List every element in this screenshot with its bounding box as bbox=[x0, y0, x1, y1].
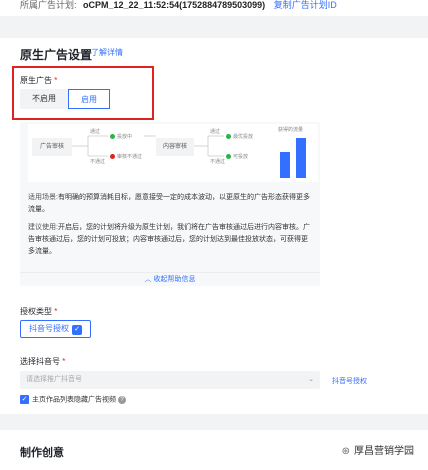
native-ad-toggle[interactable]: 不启用 启用 bbox=[20, 89, 110, 109]
traffic-bar-small bbox=[280, 152, 290, 178]
chevron-down-icon: ⌄ bbox=[308, 376, 314, 383]
flow-gained-traffic: 获得的流量 bbox=[278, 127, 304, 133]
flow-fail-label-2: 不通过 bbox=[210, 159, 226, 165]
divider bbox=[0, 16, 428, 38]
flow-fail-label: 不通过 bbox=[90, 159, 106, 165]
douyin-select[interactable]: 请选择推广抖音号 ⌄ bbox=[20, 371, 320, 389]
help-advice: 建议使用:开启后，您的计划将升级为原生计划，我们将在广告审核通过后进行内容审核。… bbox=[28, 224, 310, 255]
status-green-dot-icon bbox=[110, 134, 115, 140]
watermark: ⊛ 厚昌营销学园 bbox=[337, 440, 418, 459]
option-enable[interactable]: 启用 bbox=[68, 89, 110, 109]
status-red-dot-icon bbox=[110, 154, 115, 160]
status-green-dot-icon bbox=[226, 134, 231, 140]
flow-delivering: 投放中 bbox=[110, 133, 132, 140]
flow-deliverable: 可投放 bbox=[226, 153, 248, 160]
douyin-auth-button[interactable]: 抖音号授权 ✓ bbox=[20, 320, 91, 338]
flow-ad-review: 广告审核 bbox=[32, 138, 72, 156]
plan-info-bar: 所属广告计划: oCPM_12_22_11:52:54(175288478950… bbox=[0, 0, 428, 14]
traffic-bar-large bbox=[296, 138, 306, 178]
checkbox-checked-icon[interactable]: ✓ bbox=[20, 395, 29, 404]
collapse-help-link[interactable]: ︿ 收起帮助信息 bbox=[20, 272, 320, 286]
native-ad-label: 原生广告 * bbox=[20, 76, 58, 85]
douyin-auth-link[interactable]: 抖音号授权 bbox=[332, 376, 367, 386]
auth-type-label: 授权类型 * bbox=[20, 307, 58, 316]
flow-content-review: 内容审核 bbox=[156, 138, 194, 156]
plan-name: oCPM_12_22_11:52:54(1752884789503099) bbox=[83, 0, 266, 10]
page: 所属广告计划: oCPM_12_22_11:52:54(175288478950… bbox=[0, 0, 428, 470]
question-icon[interactable]: ? bbox=[118, 395, 126, 404]
hide-ad-video-checkbox[interactable]: ✓ 主页作品列表隐藏广告视频? bbox=[20, 395, 126, 405]
check-icon: ✓ bbox=[72, 325, 82, 335]
flow-optimized: 最优投放 bbox=[226, 133, 253, 140]
flow-review-failed: 审核不通过 bbox=[110, 153, 142, 160]
section-title-native-ad: 原生广告设置 bbox=[20, 48, 93, 62]
help-scene: 适用场景:有明确的预算消耗目标，愿意接受一定的成本波动，以更原生的广告形态获得更… bbox=[28, 194, 310, 213]
flow-pass-label: 通过 bbox=[90, 129, 101, 135]
option-disable[interactable]: 不启用 bbox=[20, 89, 68, 109]
plan-label: 所属广告计划: bbox=[20, 0, 77, 10]
copy-plan-id-link[interactable]: 复制广告计划ID bbox=[274, 0, 337, 10]
divider-2 bbox=[0, 414, 428, 430]
status-green-dot-icon bbox=[226, 154, 231, 160]
review-flow-diagram: 广告审核 通过 不通过 投放中 审核不通过 内容审核 通过 不通过 最优投放 可… bbox=[28, 124, 318, 182]
section-title-creative: 制作创意 bbox=[20, 447, 64, 459]
flow-pass-label-2: 通过 bbox=[210, 129, 221, 135]
learn-more-link[interactable]: 了解详情 bbox=[91, 47, 123, 58]
douyin-select-label: 选择抖音号 * bbox=[20, 357, 66, 366]
wechat-icon: ⊛ bbox=[341, 446, 350, 457]
